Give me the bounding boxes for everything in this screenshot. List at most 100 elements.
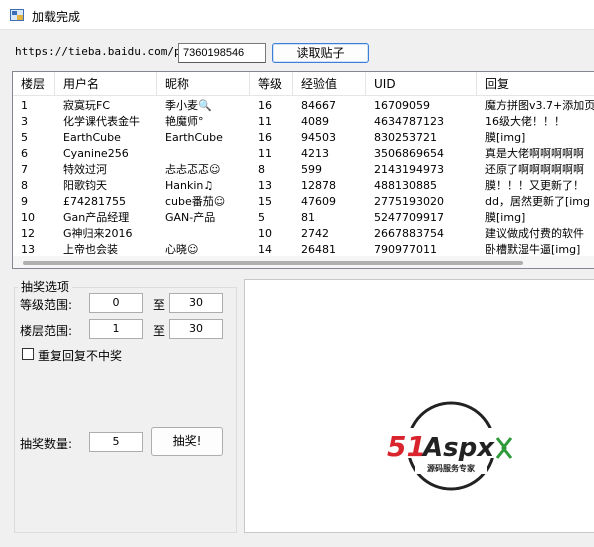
table-cell: 1 bbox=[21, 99, 28, 112]
table-cell: 16709059 bbox=[374, 99, 430, 112]
repeat-reply-checkbox[interactable] bbox=[22, 348, 34, 360]
table-cell: 12 bbox=[21, 227, 35, 240]
table-row[interactable]: 6 Cyanine256 11 4213 3506869654 真是大佬啊啊啊啊啊 bbox=[13, 146, 594, 162]
table-cell: 4089 bbox=[301, 115, 329, 128]
table-cell: 魔方拼图v3.7+添加页 bbox=[485, 99, 594, 112]
table-cell: 艳魔师° bbox=[165, 115, 204, 128]
table-cell: 488130885 bbox=[374, 179, 437, 192]
table-cell: 膜[img] bbox=[485, 211, 526, 224]
table-cell: 还原了啊啊啊啊啊啊 bbox=[485, 163, 584, 176]
table-cell: 2667883754 bbox=[374, 227, 444, 240]
table-cell: 11 bbox=[258, 115, 272, 128]
table-row[interactable]: 8 阳歌钧天 Hankin♫ 13 12878 488130885 膜！！！又更新了！ bbox=[13, 178, 594, 194]
svg-text:源码服务专家: 源码服务专家 bbox=[427, 463, 476, 473]
table-row[interactable]: 12 G神归来2016 10 2742 2667883754 建议做成付费的软件 bbox=[13, 226, 594, 242]
app-icon bbox=[10, 9, 24, 21]
table-cell: 2775193020 bbox=[374, 195, 444, 208]
url-prefix-label: https://tieba.baidu.com/p/ bbox=[15, 45, 188, 58]
table-cell: 4213 bbox=[301, 147, 329, 160]
table-cell: 830253721 bbox=[374, 131, 437, 144]
draw-button[interactable]: 抽奖! bbox=[151, 427, 223, 456]
table-cell: Cyanine256 bbox=[63, 147, 129, 160]
title-bar: 加载完成 bbox=[0, 0, 594, 30]
table-row[interactable]: 3 化学课代表金牛 艳魔师° 11 4089 4634787123 16级大佬！！！ bbox=[13, 114, 594, 130]
table-cell: 16 bbox=[258, 131, 272, 144]
column-header[interactable]: 回复 bbox=[477, 72, 594, 96]
table-row[interactable]: 10 Gan产品经理 GAN-产品 5 81 5247709917 膜[img] bbox=[13, 210, 594, 226]
table-cell: 9 bbox=[21, 195, 28, 208]
table-cell: 季小麦🔍 bbox=[165, 99, 212, 112]
table-cell: GAN-产品 bbox=[165, 211, 216, 224]
level-to-label: 至 bbox=[153, 298, 166, 312]
table-cell: Hankin♫ bbox=[165, 179, 214, 192]
table-cell: 2143194973 bbox=[374, 163, 444, 176]
replies-table[interactable]: 楼层 用户名 昵称 等级 经验值 UID 回复 1 寂寞玩FC 季小麦🔍 16 8466… bbox=[12, 71, 594, 269]
table-cell: 16级大佬！！！ bbox=[485, 115, 565, 128]
table-cell: 5 bbox=[258, 211, 265, 224]
table-cell: 3506869654 bbox=[374, 147, 444, 160]
table-cell: Gan产品经理 bbox=[63, 211, 130, 224]
column-header[interactable]: UID bbox=[366, 72, 477, 96]
table-cell: 15 bbox=[258, 195, 272, 208]
table-cell: G神归来2016 bbox=[63, 227, 133, 240]
table-cell: 化学课代表金牛 bbox=[63, 115, 140, 128]
table-cell: EarthCube bbox=[165, 131, 223, 144]
floor-to-label: 至 bbox=[153, 324, 166, 338]
floor-from-input[interactable]: 1 bbox=[89, 319, 143, 339]
table-cell: 16 bbox=[258, 99, 272, 112]
table-cell: 7 bbox=[21, 163, 28, 176]
table-cell: 5 bbox=[21, 131, 28, 144]
table-cell: 3 bbox=[21, 115, 28, 128]
table-row[interactable]: 9 £74281755 cube番茄☺ 15 47609 2775193020 dd，居然更… bbox=[13, 194, 594, 210]
svg-text:51: 51 bbox=[387, 430, 426, 463]
table-row[interactable]: 1 寂寞玩FC 季小麦🔍 16 84667 16709059 魔方拼图v3.7+添加页 bbox=[13, 98, 594, 114]
table-cell: 81 bbox=[301, 211, 315, 224]
brand-logo: 51 Aspx 源码服务专家 bbox=[387, 401, 519, 491]
table-cell: 忐忐忑忑☺ bbox=[165, 163, 221, 176]
table-cell: 599 bbox=[301, 163, 322, 176]
table-cell: 12878 bbox=[301, 179, 336, 192]
table-cell: 4634787123 bbox=[374, 115, 444, 128]
table-cell: 5247709917 bbox=[374, 211, 444, 224]
thread-id-input[interactable]: 7360198546 bbox=[178, 43, 266, 63]
table-cell: 膜！！！又更新了！ bbox=[485, 179, 584, 192]
floor-to-input[interactable]: 30 bbox=[169, 319, 223, 339]
table-cell: 特效过河 bbox=[63, 163, 107, 176]
table-cell bbox=[157, 226, 250, 242]
column-header[interactable]: 经验值 bbox=[293, 72, 366, 96]
draw-count-label: 抽奖数量: bbox=[20, 437, 73, 451]
scrollbar-thumb[interactable] bbox=[23, 261, 523, 265]
table-cell: 寂寞玩FC bbox=[63, 99, 111, 112]
draw-count-input[interactable]: 5 bbox=[89, 432, 143, 452]
svg-text:Aspx: Aspx bbox=[421, 433, 495, 463]
table-cell: cube番茄☺ bbox=[165, 195, 226, 208]
table-cell: £74281755 bbox=[63, 195, 126, 208]
column-header[interactable]: 等级 bbox=[250, 72, 293, 96]
read-post-button[interactable]: 读取贴子 bbox=[272, 43, 369, 63]
table-cell: dd，居然更新了[img bbox=[485, 195, 591, 208]
horizontal-scrollbar[interactable] bbox=[13, 256, 594, 268]
level-from-input[interactable]: 0 bbox=[89, 293, 143, 313]
level-to-input[interactable]: 30 bbox=[169, 293, 223, 313]
table-cell: 11 bbox=[258, 147, 272, 160]
table-cell: 2742 bbox=[301, 227, 329, 240]
repeat-reply-label[interactable]: 重复回复不中奖 bbox=[38, 347, 122, 364]
level-range-label: 等级范围: bbox=[20, 298, 73, 312]
column-header[interactable]: 楼层 bbox=[13, 72, 55, 96]
table-cell: 膜[img] bbox=[485, 131, 526, 144]
table-cell: 6 bbox=[21, 147, 28, 160]
options-group-title: 抽奖选项 bbox=[18, 278, 73, 295]
table-cell: 10 bbox=[21, 211, 35, 224]
table-header: 楼层 用户名 昵称 等级 经验值 UID 回复 bbox=[13, 72, 594, 96]
table-cell: 真是大佬啊啊啊啊啊 bbox=[485, 147, 584, 160]
window-title: 加载完成 bbox=[32, 10, 81, 24]
table-cell: 8 bbox=[258, 163, 265, 176]
column-header[interactable]: 用户名 bbox=[55, 72, 157, 96]
table-cell: 10 bbox=[258, 227, 272, 240]
table-cell: 13 bbox=[258, 179, 272, 192]
table-cell: 84667 bbox=[301, 99, 336, 112]
table-row[interactable]: 7 特效过河 忐忐忑忑☺ 8 599 2143194973 还原了啊啊啊啊啊啊 bbox=[13, 162, 594, 178]
table-row[interactable]: 5 EarthCube EarthCube 16 94503 830253721 膜[img… bbox=[13, 130, 594, 146]
column-header[interactable]: 昵称 bbox=[157, 72, 250, 96]
result-panel: 51 Aspx 源码服务专家 bbox=[244, 279, 594, 533]
